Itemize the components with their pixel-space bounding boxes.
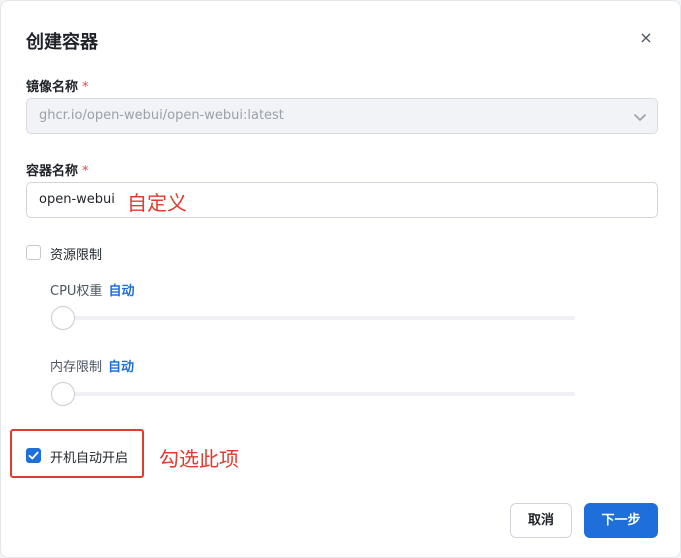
cpu-weight-auto[interactable]: 自动 bbox=[108, 284, 134, 299]
resource-limit-label: 资源限制 bbox=[50, 248, 103, 263]
image-name-select[interactable]: ghcr.io/open-webui/open-webui:latest bbox=[26, 98, 658, 134]
check-icon bbox=[28, 451, 39, 460]
chevron-down-icon bbox=[634, 114, 646, 121]
autostart-label: 开机自动开启 bbox=[50, 451, 129, 466]
cpu-weight-slider-track[interactable] bbox=[52, 316, 575, 320]
image-name-value: ghcr.io/open-webui/open-webui:latest bbox=[39, 108, 284, 123]
required-mark: * bbox=[82, 80, 89, 95]
container-name-label: 容器名称 * bbox=[26, 160, 89, 179]
next-button[interactable]: 下一步 bbox=[584, 503, 658, 538]
required-mark: * bbox=[82, 164, 89, 179]
image-name-label-text: 镜像名称 bbox=[26, 80, 79, 95]
cpu-weight-label-text: CPU权重 bbox=[50, 284, 103, 299]
container-name-label-text: 容器名称 bbox=[26, 164, 79, 179]
custom-annotation: 自定义 bbox=[127, 191, 187, 215]
cancel-button[interactable]: 取消 bbox=[510, 503, 572, 538]
memory-limit-label: 内存限制 自动 bbox=[50, 356, 134, 375]
close-icon[interactable]: × bbox=[637, 28, 655, 48]
check-annotation: 勾选此项 bbox=[159, 447, 239, 471]
memory-limit-auto[interactable]: 自动 bbox=[108, 360, 134, 375]
image-name-label: 镜像名称 * bbox=[26, 76, 89, 95]
memory-limit-slider-handle[interactable] bbox=[51, 382, 75, 406]
cpu-weight-slider-handle[interactable] bbox=[51, 306, 75, 330]
dialog-title: 创建容器 bbox=[26, 32, 98, 53]
container-name-value: open-webui bbox=[39, 192, 115, 207]
resource-limit-checkbox[interactable] bbox=[26, 245, 41, 260]
memory-limit-label-text: 内存限制 bbox=[50, 360, 103, 375]
memory-limit-slider-track[interactable] bbox=[52, 392, 575, 396]
autostart-checkbox[interactable] bbox=[26, 448, 41, 463]
cpu-weight-label: CPU权重 自动 bbox=[50, 280, 134, 299]
container-name-input[interactable]: open-webui bbox=[26, 182, 658, 218]
create-container-dialog: 创建容器 × 镜像名称 * ghcr.io/open-webui/open-web… bbox=[0, 0, 681, 558]
